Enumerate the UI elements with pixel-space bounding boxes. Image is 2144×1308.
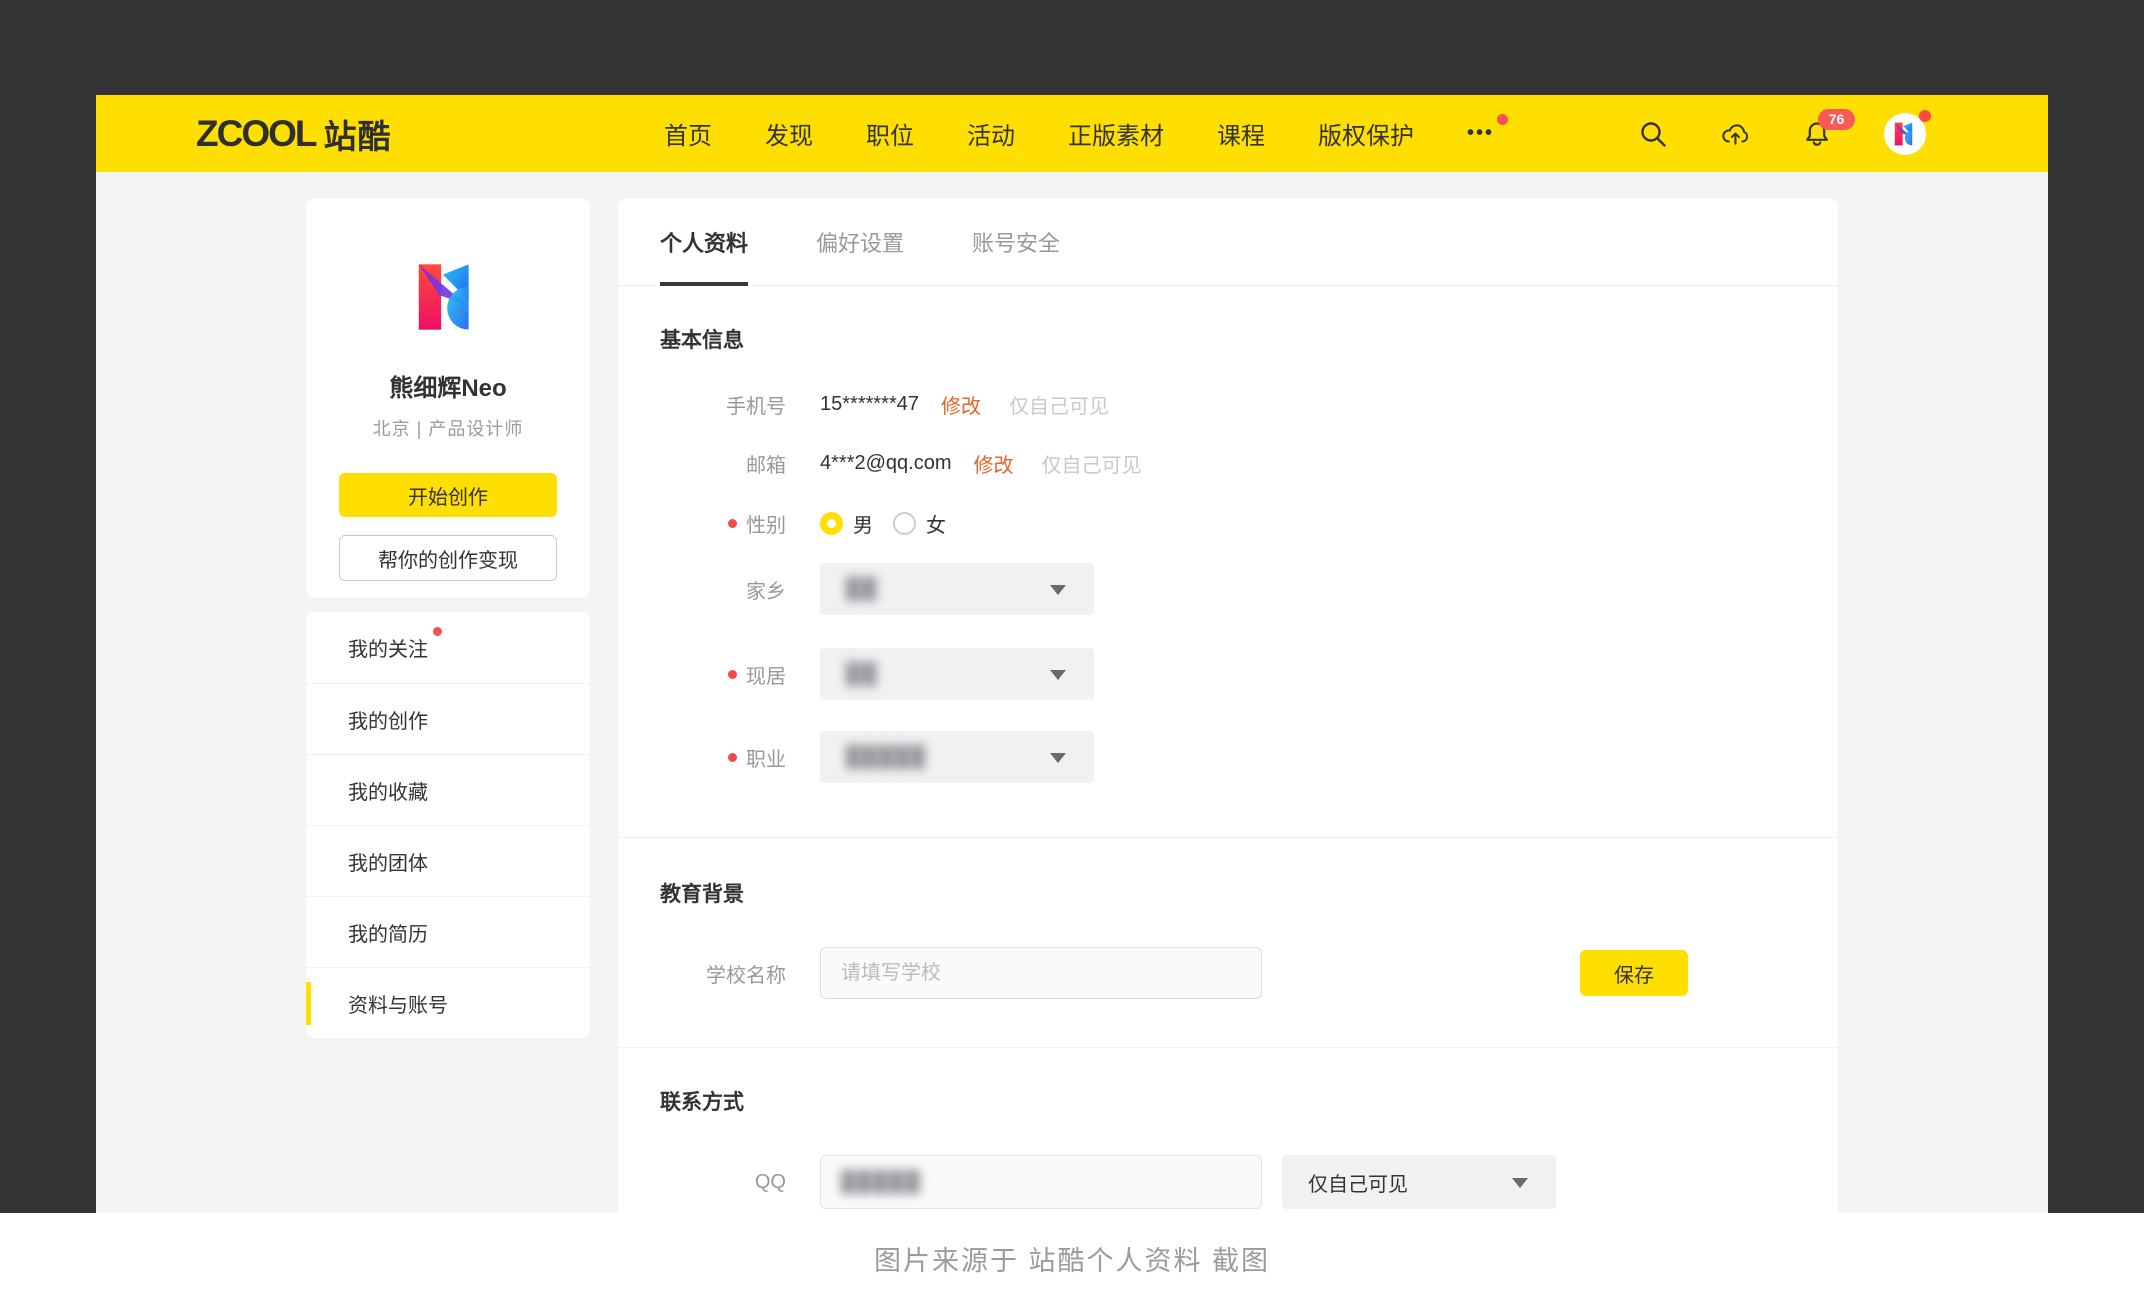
sidebar-item-creations[interactable]: 我的创作 <box>306 683 590 754</box>
sidebar-item-groups[interactable]: 我的团体 <box>306 825 590 896</box>
section-title-contact: 联系方式 <box>660 1086 1796 1116</box>
main-nav: 首页 发现 职位 活动 正版素材 课程 版权保护 ••• <box>664 95 1494 172</box>
qq-redacted-value: █████ <box>841 1171 922 1194</box>
phone-visibility-note: 仅自己可见 <box>1009 390 1109 419</box>
nav-item-jobs[interactable]: 职位 <box>866 116 914 151</box>
gender-radio-group: 男 女 <box>820 509 946 538</box>
chevron-down-icon <box>1050 670 1066 680</box>
chevron-down-icon <box>1050 585 1066 595</box>
gender-option-female[interactable]: 女 <box>893 509 946 538</box>
email-value: 4***2@qq.com <box>820 452 951 475</box>
residence-row: 现居 ██ <box>660 648 1796 700</box>
qq-row: QQ █████ 仅自己可见 <box>660 1155 1796 1209</box>
occupation-label: 职业 <box>660 743 786 772</box>
school-row: 学校名称 保存 <box>660 947 1796 999</box>
contact-section: 联系方式 QQ █████ 仅自己可见 <box>618 1047 1838 1213</box>
tab-account-security[interactable]: 账号安全 <box>972 198 1060 286</box>
more-dots-icon: ••• <box>1467 122 1494 144</box>
chevron-down-icon <box>1050 753 1066 763</box>
hometown-select[interactable]: ██ <box>820 563 1094 615</box>
email-label: 邮箱 <box>660 449 786 478</box>
user-avatar[interactable] <box>1884 113 1926 155</box>
logo-text-en: ZCOOL <box>196 113 315 155</box>
nav-item-courses[interactable]: 课程 <box>1217 116 1265 151</box>
phone-value: 15*******47 <box>820 393 919 416</box>
qq-label: QQ <box>660 1171 786 1194</box>
nav-item-copyright[interactable]: 版权保护 <box>1318 116 1414 151</box>
radio-selected-icon <box>820 512 843 535</box>
hometown-row: 家乡 ██ <box>660 563 1796 615</box>
start-creating-button[interactable]: 开始创作 <box>339 473 557 517</box>
following-alert-dot <box>433 627 442 636</box>
sidebar-menu: 我的关注 我的创作 我的收藏 我的团体 我的简历 资料与账号 <box>306 612 590 1038</box>
nav-item-home[interactable]: 首页 <box>664 116 712 151</box>
email-visibility-note: 仅自己可见 <box>1041 449 1141 478</box>
occupation-row: 职业 █████ <box>660 731 1796 783</box>
gender-option-male[interactable]: 男 <box>820 509 873 538</box>
top-navbar: ZCOOL 站酷 首页 发现 职位 活动 正版素材 课程 版权保护 ••• <box>96 95 2048 172</box>
logo-text-cn: 站酷 <box>323 110 391 158</box>
nav-item-licensed-assets[interactable]: 正版素材 <box>1068 116 1164 151</box>
school-input[interactable] <box>820 947 1262 999</box>
profile-meta: 北京 | 产品设计师 <box>306 415 590 441</box>
settings-tabs: 个人资料 偏好设置 账号安全 <box>618 198 1838 286</box>
required-dot <box>728 753 737 762</box>
nav-item-more[interactable]: ••• <box>1467 122 1494 145</box>
email-edit-link[interactable]: 修改 <box>973 449 1013 478</box>
bell-icon[interactable]: 76 <box>1802 119 1832 149</box>
education-section: 教育背景 学校名称 保存 <box>618 837 1838 1047</box>
avatar-alert-dot <box>1919 110 1931 122</box>
header-actions: 76 <box>1638 95 1926 172</box>
notification-dot <box>1497 114 1508 125</box>
school-label: 学校名称 <box>660 959 786 988</box>
residence-label: 现居 <box>660 660 786 689</box>
settings-panel: 个人资料 偏好设置 账号安全 基本信息 手机号 15*******47 修改 仅… <box>618 198 1838 1213</box>
hometown-redacted-value: ██ <box>846 578 878 601</box>
tab-preferences[interactable]: 偏好设置 <box>816 198 904 286</box>
phone-label: 手机号 <box>660 390 786 419</box>
phone-edit-link[interactable]: 修改 <box>941 390 981 419</box>
tab-personal-info[interactable]: 个人资料 <box>660 198 748 286</box>
section-title-basic: 基本信息 <box>660 324 1796 354</box>
residence-redacted-value: ██ <box>846 663 878 686</box>
qq-input[interactable]: █████ <box>820 1155 1262 1209</box>
monetize-button[interactable]: 帮你的创作变现 <box>339 535 557 581</box>
search-icon[interactable] <box>1638 119 1668 149</box>
hometown-label: 家乡 <box>660 575 786 604</box>
gender-label: 性别 <box>660 509 786 538</box>
content-area: 熊细辉Neo 北京 | 产品设计师 开始创作 帮你的创作变现 我的关注 我的创作… <box>96 172 2048 1213</box>
sidebar-item-following[interactable]: 我的关注 <box>306 612 590 683</box>
occupation-redacted-value: █████ <box>846 746 927 769</box>
occupation-select[interactable]: █████ <box>820 731 1094 783</box>
basic-info-section: 基本信息 手机号 15*******47 修改 仅自己可见 邮箱 4***2@q… <box>618 286 1838 837</box>
section-title-education: 教育背景 <box>660 878 1796 908</box>
upload-icon[interactable] <box>1720 119 1750 149</box>
nav-item-discover[interactable]: 发现 <box>765 116 813 151</box>
sidebar-item-collections[interactable]: 我的收藏 <box>306 754 590 825</box>
chevron-down-icon <box>1512 1178 1528 1188</box>
image-source-caption: 图片来源于 站酷个人资料 截图 <box>874 1239 1270 1308</box>
sidebar-item-resume[interactable]: 我的简历 <box>306 896 590 967</box>
profile-avatar[interactable] <box>405 254 491 340</box>
phone-row: 手机号 15*******47 修改 仅自己可见 <box>660 389 1796 419</box>
zcool-logo[interactable]: ZCOOL 站酷 <box>196 95 391 172</box>
radio-unselected-icon <box>893 512 916 535</box>
save-button[interactable]: 保存 <box>1580 950 1688 996</box>
notification-badge: 76 <box>1818 109 1855 130</box>
zcool-page: ZCOOL 站酷 首页 发现 职位 活动 正版素材 课程 版权保护 ••• <box>96 95 2048 1213</box>
nav-item-activities[interactable]: 活动 <box>967 116 1015 151</box>
required-dot <box>728 519 737 528</box>
caption-strip: 图片来源于 站酷个人资料 截图 <box>0 1213 2144 1308</box>
sidebar-item-profile-account[interactable]: 资料与账号 <box>306 967 590 1038</box>
profile-card: 熊细辉Neo 北京 | 产品设计师 开始创作 帮你的创作变现 <box>306 198 590 597</box>
qq-visibility-select[interactable]: 仅自己可见 <box>1282 1155 1556 1209</box>
residence-select[interactable]: ██ <box>820 648 1094 700</box>
profile-name: 熊细辉Neo <box>306 368 590 403</box>
email-row: 邮箱 4***2@qq.com 修改 仅自己可见 <box>660 448 1796 478</box>
gender-row: 性别 男 女 <box>660 508 1796 538</box>
required-dot <box>728 670 737 679</box>
